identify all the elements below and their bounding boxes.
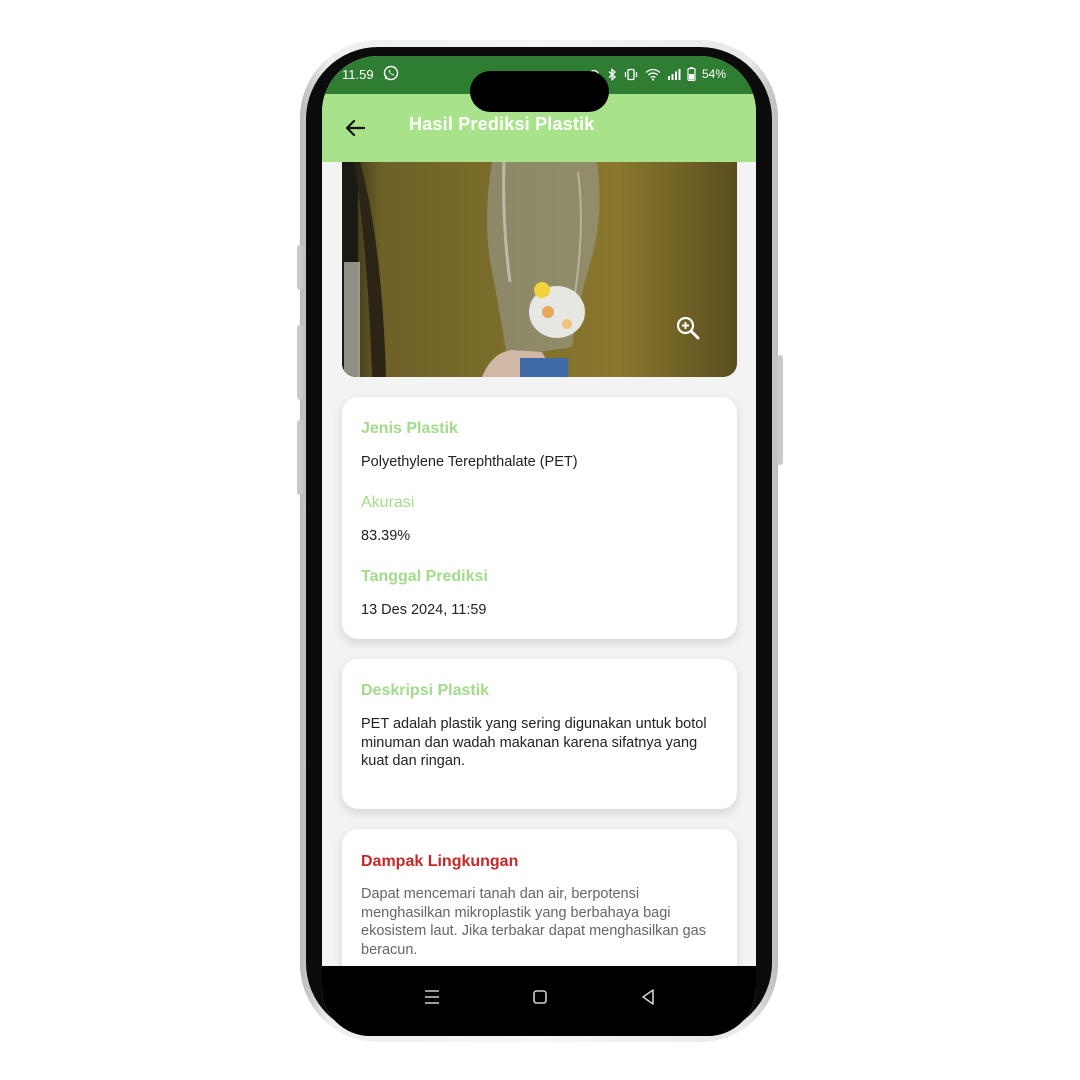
prediction-info-card: Jenis Plastik Polyethylene Terephthalate… [342,397,737,639]
vibrate-icon [624,68,638,80]
phone-screen: 11.59 54% Hasil Prediksi Plastik Jenis P… [322,56,756,1036]
description-card: Deskripsi Plastik PET adalah plastik yan… [342,659,737,809]
bluetooth-icon [608,67,616,81]
accuracy-value: 83.39% [361,528,411,544]
home-square-icon[interactable] [529,986,551,1008]
signal-icon [667,68,681,80]
scroll-content[interactable]: Jenis Plastik Polyethylene Terephthalate… [322,162,756,966]
accuracy-label: Akurasi [361,494,415,511]
impact-label: Dampak Lingkungan [361,853,519,870]
phone-side-button-volume-up [297,325,303,400]
description-text: PET adalah plastik yang sering digunakan… [361,716,707,769]
plastic-type-value: Polyethylene Terephthalate (PET) [361,454,578,470]
wifi-icon [645,68,661,81]
status-time: 11.59 [342,67,374,82]
plastic-photo[interactable] [342,162,737,377]
phone-side-button-action [297,245,303,290]
back-button[interactable] [338,111,372,145]
description-label: Deskripsi Plastik [361,682,490,699]
zoom-in-icon[interactable] [675,315,701,341]
whatsapp-icon [383,65,399,81]
arrow-left-icon [345,119,366,137]
prediction-date-label: Tanggal Prediksi [361,568,488,585]
menu-icon[interactable] [421,986,443,1008]
status-indicators: 54% [587,67,726,81]
battery-icon [687,67,696,81]
phone-side-button-volume-down [297,420,303,495]
prediction-date-value: 13 Des 2024, 11:59 [361,602,487,618]
phone-side-button-power [777,355,783,465]
plastic-type-label: Jenis Plastik [361,420,458,437]
dynamic-island [470,71,609,112]
impact-text: Dapat mencemari tanah dan air, berpotens… [361,886,706,958]
system-nav-bar [322,966,756,1036]
page-title: Hasil Prediksi Plastik [409,114,595,134]
back-triangle-icon[interactable] [637,986,659,1008]
environmental-impact-card: Dampak Lingkungan Dapat mencemari tanah … [342,829,737,966]
photo-illustration [342,162,737,377]
battery-percent: 54% [701,67,726,81]
